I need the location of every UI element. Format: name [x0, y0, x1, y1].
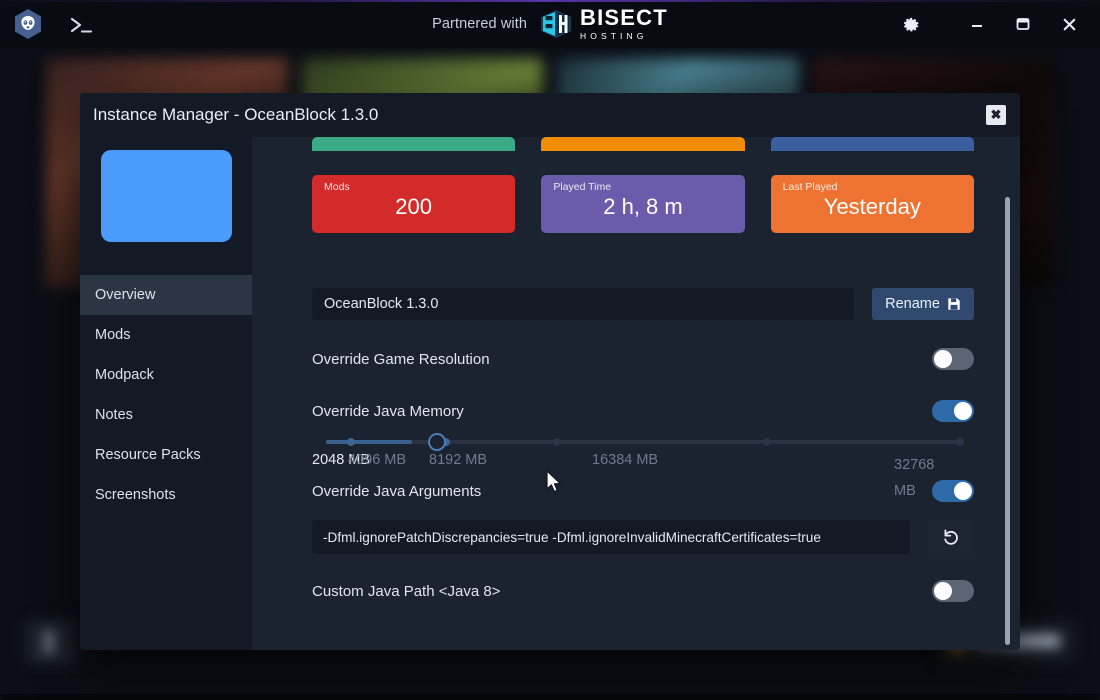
- stat-card-clipped: [312, 137, 516, 151]
- stat-value: Yesterday: [823, 193, 921, 219]
- toggle-knob: [934, 350, 952, 368]
- toggle-knob: [954, 482, 972, 500]
- reset-java-arguments-button[interactable]: [928, 520, 974, 554]
- rename-button[interactable]: Rename: [872, 288, 974, 320]
- dialog-sidebar: Overview Mods Modpack Notes Resource Pac…: [80, 137, 252, 650]
- option-label: Override Java Arguments: [312, 482, 482, 500]
- toggle-override-game-resolution[interactable]: [932, 348, 974, 370]
- stat-card-last-played: Last Played Yesterday: [770, 175, 974, 233]
- option-row-custom-java-path: Custom Java Path <Java 8>: [312, 578, 974, 604]
- dialog-body: Overview Mods Modpack Notes Resource Pac…: [80, 137, 1020, 650]
- option-label: Override Game Resolution: [312, 350, 490, 368]
- stat-card-mods: Mods 200: [312, 175, 516, 233]
- toggle-custom-java-path[interactable]: [932, 580, 974, 602]
- instance-manager-dialog: Instance Manager - OceanBlock 1.3.0 ✖ Ov…: [80, 93, 1020, 650]
- option-label: Custom Java Path <Java 8>: [312, 582, 501, 600]
- sidebar-item-overview[interactable]: Overview: [80, 275, 252, 315]
- bisect-wordmark: BISECT: [580, 5, 668, 31]
- sidebar-item-label: Modpack: [95, 367, 154, 383]
- sidebar-item-notes[interactable]: Notes: [80, 395, 252, 435]
- slider-handle[interactable]: [427, 433, 446, 451]
- background-bottom-left-button: [24, 620, 76, 664]
- sidebar-item-mods[interactable]: Mods: [80, 315, 252, 355]
- option-row-override-java-arguments: Override Java Arguments: [312, 478, 974, 504]
- toggle-override-java-memory[interactable]: [932, 400, 974, 422]
- rename-button-label: Rename: [885, 296, 940, 312]
- stat-row: Mods 200 Played Time 2 h, 8 m Last Playe…: [312, 175, 974, 233]
- minimize-icon[interactable]: [954, 0, 1000, 48]
- slider-tick: [762, 438, 771, 446]
- gear-icon[interactable]: [888, 0, 934, 48]
- bisect-mark-icon: [541, 10, 572, 38]
- stat-card-played-time: Played Time 2 h, 8 m: [541, 175, 745, 233]
- instance-name-input[interactable]: [312, 288, 854, 320]
- window-bottom-edge: [0, 694, 1100, 700]
- window-controls: [888, 0, 1092, 48]
- sidebar-item-screenshots[interactable]: Screenshots: [80, 475, 252, 515]
- toggle-knob: [954, 402, 972, 420]
- slider-tick: [553, 438, 562, 446]
- bisect-hosting-logo[interactable]: BISECT HOSTING: [539, 7, 668, 41]
- save-floppy-icon: [948, 298, 960, 310]
- sidebar-item-label: Screenshots: [95, 487, 176, 503]
- java-arguments-row: [312, 520, 974, 554]
- sidebar-item-label: Notes: [95, 407, 133, 423]
- instance-icon[interactable]: [100, 150, 232, 242]
- application-window: Partnered with BISECT HOSTING Instance M…: [0, 0, 1100, 700]
- stat-value: 2 h, 8 m: [603, 193, 683, 219]
- slider-tick: [347, 438, 356, 446]
- overview-panel: Mods 200 Played Time 2 h, 8 m Last Playe…: [252, 137, 1020, 650]
- terminal-icon[interactable]: [66, 14, 100, 36]
- sidebar-item-label: Overview: [95, 287, 156, 303]
- maximize-icon[interactable]: [1000, 0, 1046, 48]
- slider-fill: [326, 440, 412, 444]
- stat-card-clipped: [541, 137, 745, 151]
- undo-reset-icon: [944, 529, 958, 545]
- slider-tick-label: 16384 MB: [592, 452, 659, 468]
- prism-hex-logo-icon[interactable]: [12, 8, 44, 40]
- toggle-knob: [934, 582, 952, 600]
- sidebar-item-label: Resource Packs: [95, 447, 201, 463]
- java-memory-slider[interactable]: 2048 MB 4096 MB 8192 MB 16384 MB 32768 M…: [312, 433, 974, 499]
- toggle-override-java-arguments[interactable]: [932, 480, 974, 502]
- scrollbar-thumb[interactable]: [1005, 197, 1010, 645]
- bisect-subwordmark: HOSTING: [580, 31, 648, 42]
- content-scrollbar[interactable]: [1004, 137, 1011, 650]
- rename-row: Rename: [312, 288, 974, 320]
- option-label: Override Java Memory: [312, 402, 464, 420]
- sidebar-item-label: Mods: [95, 327, 131, 343]
- sidebar-item-modpack[interactable]: Modpack: [80, 355, 252, 395]
- sidebar-item-resource-packs[interactable]: Resource Packs: [80, 435, 252, 475]
- sidebar-nav: Overview Mods Modpack Notes Resource Pac…: [80, 275, 252, 515]
- option-row-override-java-memory: Override Java Memory: [312, 398, 974, 424]
- title-bar: Partnered with BISECT HOSTING: [0, 0, 1100, 48]
- dialog-close-button[interactable]: ✖: [986, 105, 1006, 125]
- partner-label: Partnered with: [432, 16, 528, 32]
- slider-tick-label: 8192 MB: [429, 452, 488, 468]
- slider-tick: [956, 438, 964, 446]
- dialog-header: Instance Manager - OceanBlock 1.3.0 ✖: [80, 93, 1020, 137]
- option-row-override-game-resolution: Override Game Resolution: [312, 346, 974, 372]
- clipped-stat-row: [312, 137, 974, 151]
- slider-tick-label: 4096 MB: [348, 452, 407, 468]
- dialog-title: Instance Manager - OceanBlock 1.3.0: [93, 105, 379, 124]
- close-icon[interactable]: [1046, 0, 1092, 48]
- java-arguments-input[interactable]: [312, 520, 910, 554]
- stat-value: 200: [395, 193, 433, 219]
- slider-track[interactable]: [326, 433, 964, 451]
- stat-card-clipped: [770, 137, 974, 151]
- slider-tick-labels: 2048 MB 4096 MB 8192 MB 16384 MB 32768 M…: [312, 452, 974, 499]
